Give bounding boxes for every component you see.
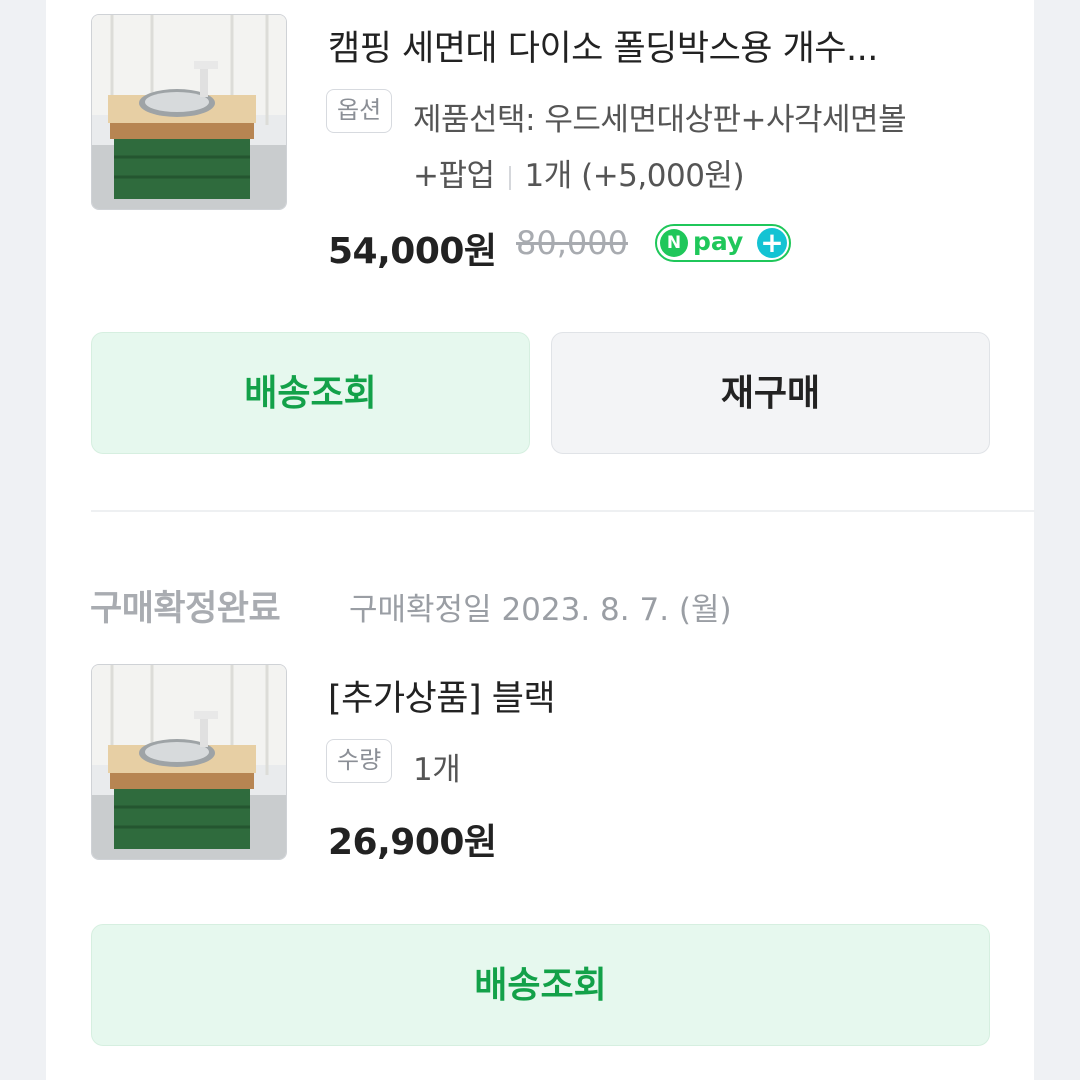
order-status: 구매확정완료 [90,589,281,629]
sale-price: 26,900원 [328,822,497,863]
section-divider [91,510,1035,512]
option-tag: 옵션 [326,89,393,133]
divider [508,165,511,190]
quantity-tag: 수량 [326,739,393,783]
product-title[interactable]: [추가상품] 블랙 [328,670,556,721]
plus-icon: + [757,228,787,258]
option-text-popup: +팝업 [413,158,495,194]
product-thumbnail[interactable] [91,14,287,210]
original-price: 80,000 [516,224,628,262]
track-delivery-button[interactable]: 배송조회 [91,332,530,454]
rebuy-button[interactable]: 재구매 [551,332,990,454]
option-text-line2: +팝업 1개 (+5,000원) [413,150,745,195]
option-quantity: 1개 (+5,000원) [524,158,745,194]
track-delivery-button[interactable]: 배송조회 [91,924,990,1046]
camping-sink-thumbnail-icon [92,665,286,859]
npay-label: pay [693,227,744,256]
npay-plus-badge: N pay + [655,224,791,262]
product-title[interactable]: 캠핑 세면대 다이소 폴딩박스용 개수... [328,20,878,71]
npay-n-icon: N [660,229,688,257]
option-text-line1: 제품선택: 우드세면대상판+사각세면볼 [413,102,907,138]
sale-price: 54,000원 [328,231,497,272]
product-thumbnail[interactable] [91,664,287,860]
order-card: 캠핑 세면대 다이소 폴딩박스용 개수... 옵션 제품선택: 우드세면대상판+… [46,0,1035,1080]
camping-sink-thumbnail-icon [92,15,286,209]
confirm-date: 구매확정일 2023. 8. 7. (월) [349,592,732,628]
quantity-value: 1개 [413,752,461,788]
